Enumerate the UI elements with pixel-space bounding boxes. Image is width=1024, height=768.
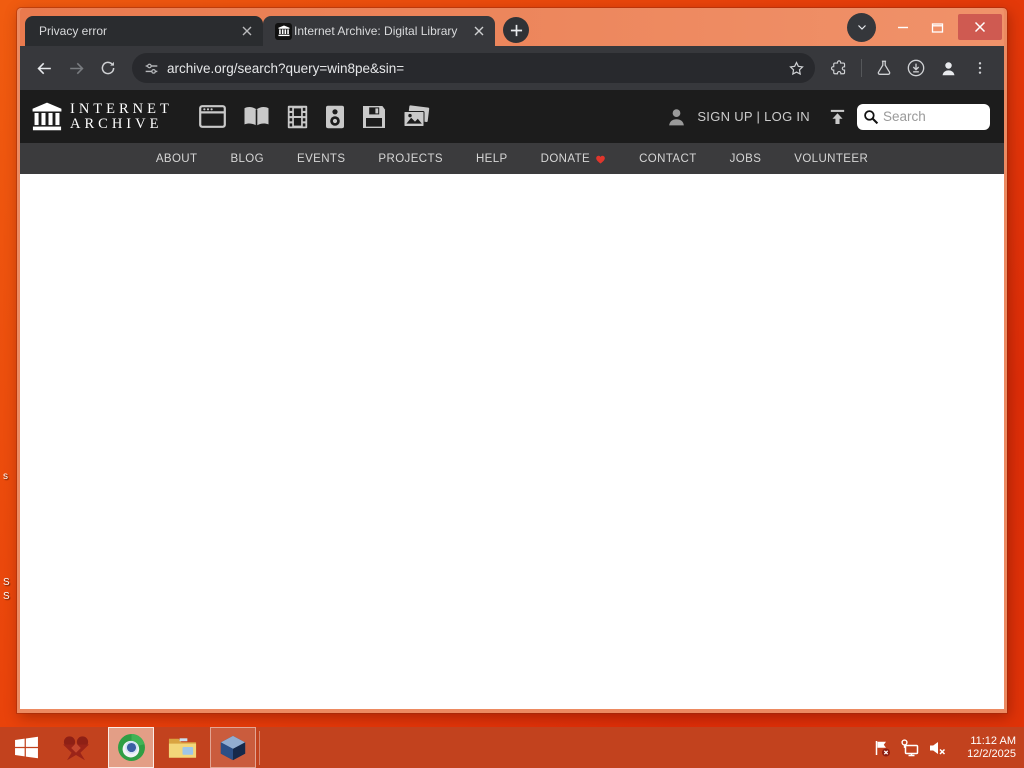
- nav-events[interactable]: EVENTS: [297, 153, 345, 165]
- file-explorer-button[interactable]: [154, 727, 210, 768]
- virtualbox-icon: [220, 735, 246, 760]
- browser-window: Privacy error Internet Archive: Digital …: [17, 8, 1007, 713]
- taskbar-separator: [259, 730, 260, 765]
- tab-privacy-error[interactable]: Privacy error: [25, 16, 263, 46]
- taskbar-clock[interactable]: 11:12 AM 12/2/2025: [956, 735, 1016, 761]
- nav-donate[interactable]: DONATE: [541, 153, 606, 165]
- nav-about[interactable]: ABOUT: [156, 153, 198, 165]
- close-button[interactable]: [958, 14, 1002, 40]
- upload-icon[interactable]: [828, 107, 847, 127]
- search-icon: [864, 109, 879, 124]
- header-right-group: SIGN UP | LOG IN: [666, 103, 994, 130]
- reload-button[interactable]: [94, 54, 122, 82]
- virtualbox-taskbar-button[interactable]: [210, 727, 256, 768]
- page-content-blank: [20, 174, 1004, 709]
- archive-search-input[interactable]: [883, 109, 973, 124]
- tab-close-icon[interactable]: [239, 23, 255, 39]
- extensions-icon[interactable]: [825, 54, 853, 82]
- desktop-icon-label-fragment: S: [3, 577, 10, 588]
- archive-building-icon: [32, 102, 62, 130]
- internet-archive-header: INTERNET ARCHIVE SIGN UP | LOG IN Search: [20, 90, 1004, 143]
- heart-icon: [596, 155, 605, 164]
- nav-projects[interactable]: PROJECTS: [378, 153, 443, 165]
- desktop-icon-label-fragment: s: [3, 471, 8, 482]
- system-tray: 11:12 AM 12/2/2025: [873, 735, 1024, 761]
- url-text[interactable]: archive.org/search?query=win8pe&sin=: [167, 61, 780, 76]
- windows-taskbar: 11:12 AM 12/2/2025: [0, 727, 1024, 768]
- address-bar[interactable]: archive.org/search?query=win8pe&sin=: [132, 53, 815, 83]
- maximize-button[interactable]: [920, 14, 954, 40]
- volume-muted-icon[interactable]: [928, 739, 947, 757]
- window-controls: [847, 8, 1002, 46]
- tab-close-icon[interactable]: [471, 23, 487, 39]
- new-tab-button[interactable]: [503, 17, 529, 43]
- media-type-icons: [198, 104, 430, 129]
- nav-contact[interactable]: CONTACT: [639, 153, 697, 165]
- chrome-taskbar-button[interactable]: [108, 727, 154, 768]
- action-center-flag-icon[interactable]: [873, 739, 891, 757]
- chrome-icon: [117, 734, 145, 761]
- red-app-icon[interactable]: [52, 727, 100, 768]
- nav-help[interactable]: HELP: [476, 153, 508, 165]
- signup-login-link[interactable]: SIGN UP | LOG IN: [697, 109, 810, 124]
- nav-jobs[interactable]: JOBS: [730, 153, 762, 165]
- tab-strip: Privacy error Internet Archive: Digital …: [20, 8, 1004, 46]
- internet-archive-logo[interactable]: INTERNET ARCHIVE: [32, 101, 173, 133]
- clock-date: 12/2/2025: [967, 747, 1016, 760]
- start-button[interactable]: [0, 727, 52, 768]
- profile-avatar-icon[interactable]: [934, 54, 962, 82]
- downloads-icon[interactable]: [902, 54, 930, 82]
- software-icon[interactable]: [362, 105, 386, 129]
- clock-time: 11:12 AM: [970, 734, 1016, 747]
- desktop-icon-label-fragment: S: [3, 591, 10, 602]
- taskbar-left: [0, 727, 260, 768]
- nav-volunteer[interactable]: VOLUNTEER: [794, 153, 868, 165]
- browser-toolbar: archive.org/search?query=win8pe&sin=: [20, 46, 1004, 90]
- menu-kebab-icon[interactable]: [966, 54, 994, 82]
- folder-icon: [168, 737, 196, 758]
- images-icon[interactable]: [403, 104, 430, 129]
- tab-search-button[interactable]: [847, 12, 876, 42]
- experiments-flask-icon[interactable]: [870, 54, 898, 82]
- archive-nav: ABOUT BLOG EVENTS PROJECTS HELP DONATE C…: [20, 143, 1004, 174]
- person-icon[interactable]: [666, 106, 687, 128]
- tab-title: Internet Archive: Digital Library: [294, 24, 458, 38]
- tab-internet-archive[interactable]: Internet Archive: Digital Library: [263, 16, 495, 46]
- archive-search-box[interactable]: [857, 103, 990, 130]
- video-icon[interactable]: [287, 105, 308, 129]
- bookmark-star-icon[interactable]: [788, 60, 805, 77]
- web-icon[interactable]: [198, 105, 226, 128]
- internet-archive-favicon: [275, 22, 292, 40]
- network-icon[interactable]: [900, 738, 919, 757]
- site-settings-icon[interactable]: [144, 61, 159, 76]
- audio-icon[interactable]: [325, 105, 345, 129]
- back-button[interactable]: [30, 54, 58, 82]
- texts-icon[interactable]: [243, 105, 270, 128]
- nav-blog[interactable]: BLOG: [230, 153, 264, 165]
- forward-button[interactable]: [62, 54, 90, 82]
- tab-title: Privacy error: [39, 24, 108, 38]
- minimize-button[interactable]: [886, 14, 920, 40]
- archive-wordmark: INTERNET ARCHIVE: [70, 100, 173, 132]
- toolbar-divider: [861, 59, 862, 77]
